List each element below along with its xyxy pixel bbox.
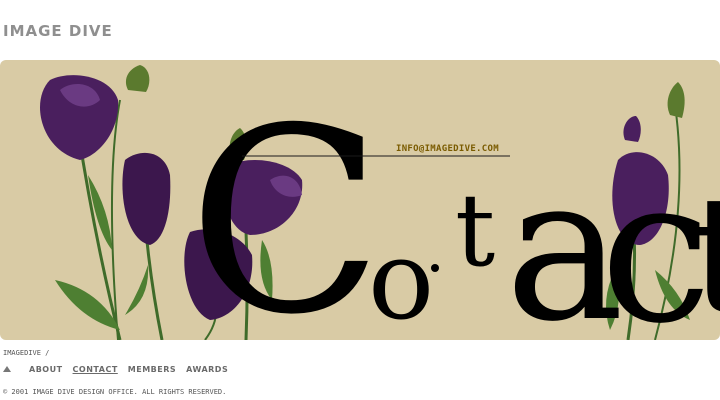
- nav-contact[interactable]: CONTACT: [73, 365, 118, 374]
- hero-illustration: C o t a c t: [40, 65, 720, 340]
- letter-t: t: [690, 161, 720, 340]
- breadcrumb[interactable]: IMAGEDIVE /: [3, 349, 49, 357]
- copyright-text: © 2001 IMAGE DIVE DESIGN OFFICE. ALL RIG…: [3, 388, 227, 396]
- page-up-icon[interactable]: [3, 366, 11, 372]
- flower-left-illustration: [40, 65, 171, 340]
- nav-members[interactable]: MEMBERS: [128, 365, 176, 374]
- email-link[interactable]: INFO@IMAGEDIVE.COM: [396, 144, 499, 154]
- letter-c: C: [188, 74, 383, 340]
- nav-about[interactable]: ABOUT: [29, 365, 63, 374]
- letter-n: t: [455, 172, 495, 289]
- footer-nav: ABOUT CONTACT MEMBERS AWARDS: [3, 363, 228, 375]
- decorative-word-contact: C o t a c t: [188, 74, 720, 340]
- letter-o: o: [368, 216, 434, 340]
- hero-banner: C o t a c t INFO@IMAGEDIVE.COM: [0, 60, 720, 340]
- site-logo[interactable]: IMAGE DIVE: [3, 22, 113, 40]
- accent-dot: [431, 264, 439, 272]
- nav-awards[interactable]: AWARDS: [186, 365, 228, 374]
